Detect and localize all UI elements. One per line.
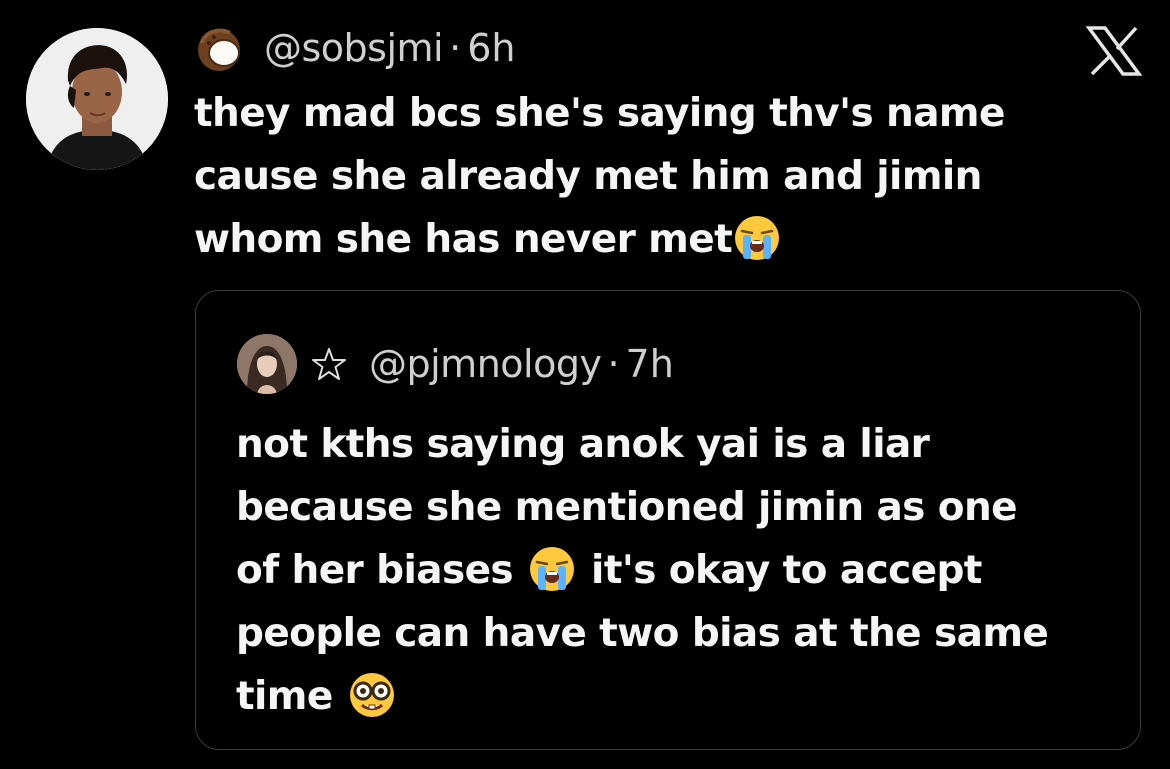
x-logo-icon[interactable] <box>1086 26 1142 76</box>
quoted-post-header: @pjmnology · 7h <box>237 333 674 395</box>
avatar-photo <box>237 334 297 394</box>
post-time[interactable]: 6h <box>467 26 515 70</box>
nerd-face-icon <box>349 672 394 717</box>
loudly-crying-face-icon <box>530 546 575 591</box>
post-text-line: whom she has never met <box>194 208 1074 271</box>
author-avatar[interactable] <box>26 28 168 170</box>
post-header: @sobsjmi · 6h <box>194 20 515 76</box>
quoted-text-line: not kths saying anok yai is a liar <box>236 422 930 467</box>
author-handle[interactable]: @sobsjmi <box>264 26 444 70</box>
quoted-text-line-content: of her biases <box>236 548 514 593</box>
quoted-text-line-content: it's okay to accept <box>591 548 982 593</box>
quoted-text-line: people can have two bias at the same <box>236 611 1049 656</box>
star-outline-icon <box>312 348 346 380</box>
post-text: they mad bcs she's saying thv's name cau… <box>194 82 1074 271</box>
quoted-text-line: time <box>236 665 1116 728</box>
post-text-line: cause she already met him and jimin <box>194 154 982 199</box>
quoted-post-card[interactable]: @pjmnology · 7h not kths saying anok yai… <box>195 290 1141 750</box>
loudly-crying-face-icon <box>735 215 780 260</box>
post-text-line-content: whom she has never met <box>194 217 733 262</box>
post-text-line: they mad bcs she's saying thv's name <box>194 91 1005 136</box>
coconut-icon <box>198 28 240 71</box>
avatar-photo <box>26 28 168 170</box>
quoted-text-line: because she mentioned jimin as one <box>236 485 1018 530</box>
quoted-author-handle[interactable]: @pjmnology <box>369 342 602 386</box>
quoted-author-avatar[interactable] <box>237 334 297 394</box>
quoted-post-text: not kths saying anok yai is a liar becau… <box>236 413 1116 728</box>
quoted-text-line-content: time <box>236 674 333 719</box>
separator-dot: · <box>449 26 462 70</box>
quoted-post-time[interactable]: 7h <box>626 342 674 386</box>
quoted-text-line: of her biases it's okay to accept <box>236 539 1116 602</box>
separator-dot: · <box>607 342 620 386</box>
